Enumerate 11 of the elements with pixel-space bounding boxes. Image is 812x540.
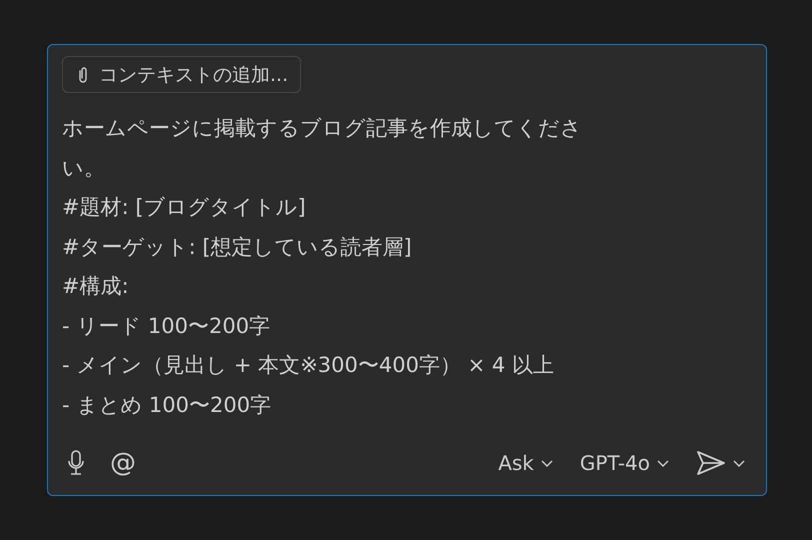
mode-dropdown[interactable]: Ask (492, 449, 560, 477)
send-icon (696, 450, 726, 476)
microphone-icon (68, 450, 84, 476)
mention-button[interactable]: @ (104, 446, 142, 480)
chevron-down-icon (656, 458, 670, 468)
prompt-field[interactable]: ホームページに掲載するブログ記事を作成してくださ い。 #題材: [ブログタイトル] #ターゲット: [想定している読者層] #構成: - リード 100〜200字 - メイン（見出し + 本文※300〜400字） × 4 以上 - まとめ 100〜200字 (62, 109, 752, 443)
add-context-button[interactable]: コンテキストの追加... (62, 56, 302, 93)
chevron-down-icon (540, 458, 554, 468)
chevron-down-icon (732, 458, 746, 468)
paperclip-icon (77, 66, 89, 84)
model-dropdown[interactable]: GPT-4o (574, 449, 676, 477)
